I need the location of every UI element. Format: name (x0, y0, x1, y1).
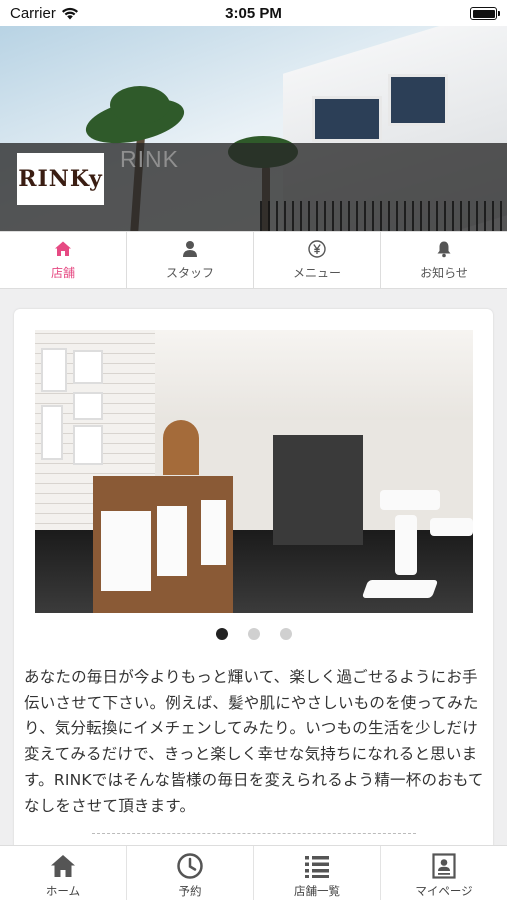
carousel-dot[interactable] (279, 628, 292, 640)
list-icon (305, 856, 329, 878)
nav-label: 予約 (178, 884, 202, 898)
yen-icon (308, 239, 326, 258)
nav-label: マイページ (415, 884, 473, 898)
nav-label: 店舗一覧 (294, 884, 340, 898)
tab-label: 店舗 (50, 265, 75, 280)
nav-mypage[interactable]: マイページ (381, 846, 507, 900)
profile-card-icon (432, 853, 456, 879)
header-banner: RINKy RINK (0, 26, 507, 231)
nav-label: ホーム (45, 884, 81, 898)
nav-reservation[interactable]: 予約 (127, 846, 254, 900)
nav-store-list[interactable]: 店舗一覧 (254, 846, 381, 900)
store-info-card: あなたの毎日が今よりもっと輝いて、楽しく過ごせるようにお手伝いさせて下さい。例え… (14, 309, 493, 869)
tab-menu[interactable]: メニュー (254, 232, 381, 288)
carrier: Carrier (10, 5, 79, 22)
tab-label: メニュー (292, 265, 341, 280)
carousel-dot[interactable] (247, 628, 260, 640)
tab-label: お知らせ (420, 265, 468, 280)
nav-home[interactable]: ホーム (0, 846, 127, 900)
bell-icon (437, 241, 451, 257)
clock-icon (177, 853, 203, 879)
wifi-icon (61, 7, 78, 20)
carousel-dot[interactable] (215, 628, 228, 640)
tab-staff[interactable]: スタッフ (127, 232, 254, 288)
tab-label: スタッフ (165, 265, 214, 280)
top-tab-bar: 店舗 スタッフ メニュー お知らせ (0, 231, 507, 289)
tab-news[interactable]: お知らせ (381, 232, 507, 288)
tab-store[interactable]: 店舗 (0, 232, 127, 288)
logo-text: RINKy (18, 166, 103, 192)
home-icon (51, 855, 75, 877)
battery-icon (470, 7, 500, 20)
brand-logo: RINKy (17, 153, 104, 205)
status-bar: Carrier 3:05 PM (0, 0, 507, 26)
clock-time: 3:05 PM (225, 4, 282, 22)
dashed-divider (92, 833, 416, 834)
home-icon (55, 241, 71, 256)
bottom-nav-bar: ホーム 予約 店舗一覧 マイページ (0, 845, 507, 900)
store-description: あなたの毎日が今よりもっと輝いて、楽しく過ごせるようにお手伝いさせて下さい。例え… (24, 668, 484, 815)
carousel-indicator (14, 628, 493, 640)
person-icon (183, 240, 197, 257)
salon-interior-photo[interactable] (35, 330, 473, 613)
carrier-label: Carrier (10, 5, 56, 22)
brand-name: RINK (120, 146, 179, 172)
